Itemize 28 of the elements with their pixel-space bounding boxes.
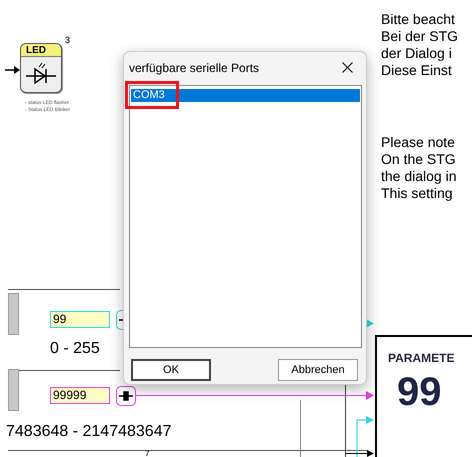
input-arrow-icon [5, 66, 20, 74]
note-text: the dialog in [381, 168, 457, 185]
note-text: On the STG [381, 151, 456, 168]
page-number: 7 [145, 450, 150, 457]
slot-panel [8, 369, 19, 411]
cancel-button[interactable]: Abbrechen [278, 359, 358, 381]
note-text: Bei der STG [381, 28, 458, 45]
slot-panel [8, 293, 19, 335]
note-text: This setting [381, 185, 453, 202]
port-list[interactable]: COM3 [129, 85, 362, 348]
diode-icon [26, 62, 56, 84]
value-field[interactable]: 99999 [50, 387, 110, 404]
port-item[interactable]: COM3 [131, 89, 360, 102]
ok-button[interactable]: OK [131, 359, 211, 381]
note-text: Please note [381, 134, 455, 151]
arrow-icon [356, 391, 374, 400]
block-number: 3 [65, 34, 70, 47]
range-text: 0 - 255 [50, 339, 100, 359]
note-text: Diese Einst [381, 62, 452, 79]
value-field[interactable]: 99 [50, 311, 110, 328]
parameter-value: 99 [397, 370, 442, 414]
note-text: Bitte beacht [381, 11, 455, 28]
parameter-title: PARAMETE [388, 350, 454, 367]
dialog-title: verfügbare serielle Ports [129, 60, 260, 77]
note-text: der Dialog i [381, 45, 452, 62]
close-icon[interactable] [342, 62, 353, 73]
range-text: 7483648 - 2147483647 [6, 422, 172, 442]
block-label: LED [21, 44, 61, 57]
